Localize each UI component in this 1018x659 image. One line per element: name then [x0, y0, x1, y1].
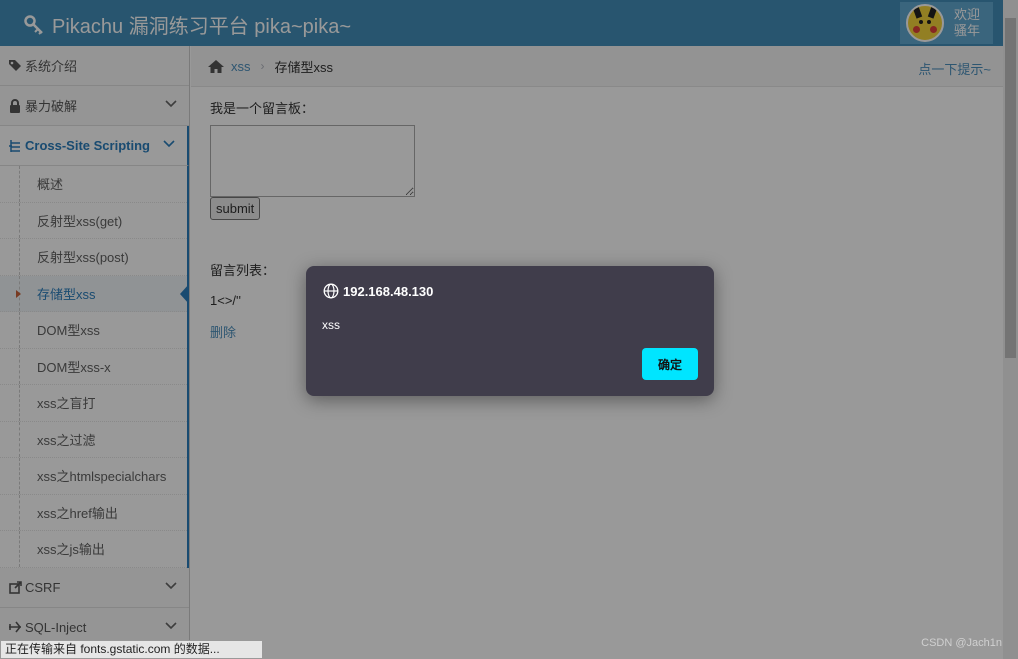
status-bar: 正在传输来自 fonts.gstatic.com 的数据...	[0, 640, 263, 659]
alert-dialog: 192.168.48.130 xss 确定	[306, 266, 714, 396]
globe-icon	[323, 283, 339, 299]
dialog-origin-text: 192.168.48.130	[343, 283, 434, 299]
dialog-origin: 192.168.48.130	[323, 283, 433, 299]
ok-button[interactable]: 确定	[642, 348, 698, 380]
dialog-message: xss	[322, 318, 340, 332]
watermark: CSDN @Jach1n	[921, 637, 1002, 649]
